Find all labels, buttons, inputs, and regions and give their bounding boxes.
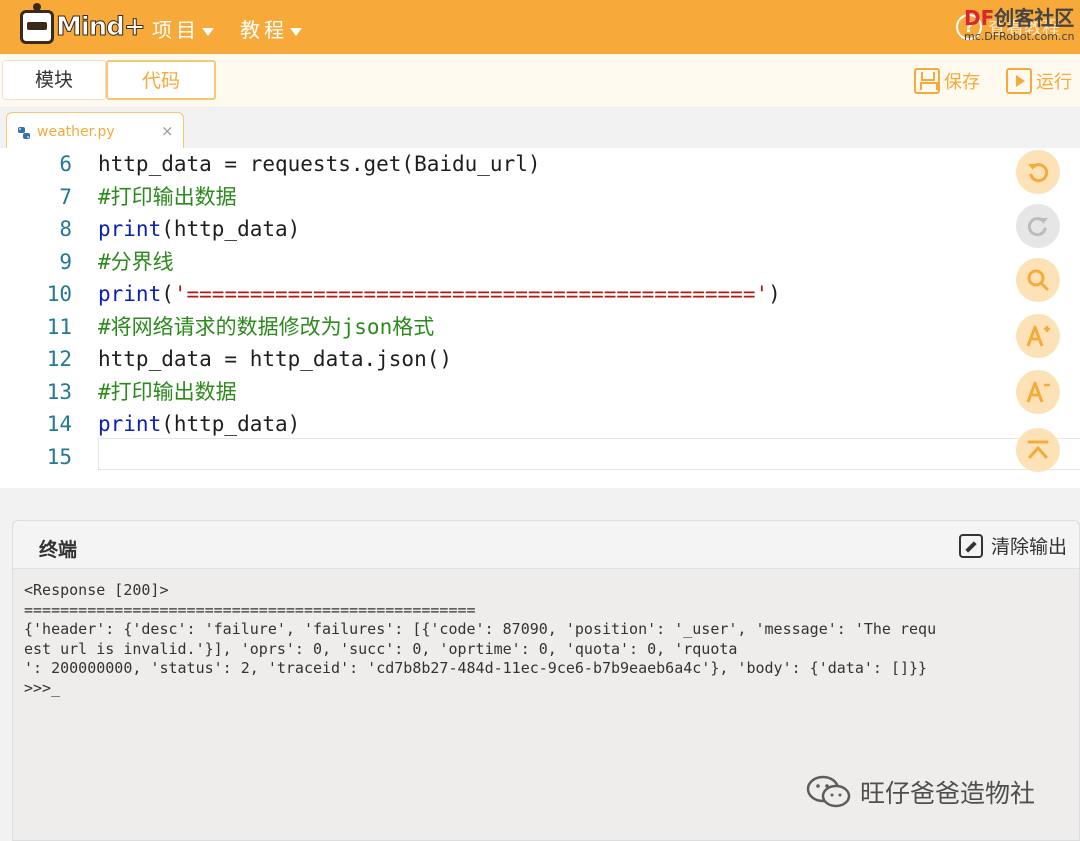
code-text: #分界线 [98,249,174,274]
code-text: #打印输出数据 [98,379,237,404]
search-icon [1027,269,1049,291]
code-line[interactable]: 13 #打印输出数据 [0,376,1000,408]
code-line[interactable]: 14 print(http_data) [0,408,1000,440]
terminal-line: est url is invalid.'}], 'oprs': 0, 'succ… [24,639,738,658]
watermark-url: mc.DFRobot.com.cn [964,30,1075,43]
eraser-icon [959,533,983,558]
terminal-output[interactable]: <Response [200]> ========================… [24,581,1080,699]
redo-icon [1027,217,1048,237]
terminal-line: >>>_ [24,678,61,697]
font-decrease-button[interactable] [1016,370,1060,414]
watermark-name: 创客社区 [994,6,1075,30]
toolbar: 模块 代码 保存 运行 [0,54,1080,108]
line-number: 10 [46,282,72,306]
menu-project-label: 项目 [152,18,200,42]
tab-module[interactable]: 模块 [2,60,106,100]
search-button[interactable] [1016,258,1060,302]
terminal-line: ': 200000000, 'status': 2, 'traceid': 'c… [24,659,928,678]
clear-output-button[interactable]: 清除输出 [959,532,1067,559]
robot-logo-icon [20,3,54,44]
watermark-brand: DF [964,6,995,30]
tab-code[interactable]: 代码 [106,60,216,100]
menu-tutorial[interactable]: 教程 [240,14,302,43]
top-bar: Mind+ 项目 教程 ? 查看教程 DF创客社区 mc.DFRobot.com… [0,0,1080,54]
menu-tutorial-label: 教程 [240,18,288,42]
code-text: print(http_data) [98,412,301,436]
file-name: weather.py [37,124,115,140]
line-number: 12 [46,347,72,371]
terminal-title: 终端 [39,539,78,561]
line-number: 6 [59,152,72,176]
code-line[interactable]: 11 #将网络请求的数据修改为json格式 [0,311,1000,343]
code-text: print('=================================… [98,282,781,306]
menu-project[interactable]: 项目 [152,14,214,43]
line-number: 14 [46,412,72,436]
undo-button[interactable] [1016,150,1060,194]
save-icon [914,68,940,94]
code-line[interactable]: 10 print('===============================… [0,278,1000,310]
code-line[interactable]: 7 #打印输出数据 [0,181,1000,213]
file-tab-strip: weather.py × [0,108,1080,150]
app-logo[interactable]: Mind+ [20,3,146,48]
terminal-line: {'header': {'desc': 'failure', 'failures… [24,620,937,639]
watermark-text: 旺仔爸爸造物社 [860,779,1036,808]
play-icon [1006,68,1032,94]
code-text: #将网络请求的数据修改为json格式 [98,314,435,339]
chevron-down-icon [290,27,302,36]
terminal-header: 终端 清除输出 [13,521,1079,569]
line-number: 8 [59,217,72,241]
run-label: 运行 [1036,72,1072,93]
terminal-line: ========================================… [24,600,476,619]
code-line[interactable]: 8 print(http_data) [0,213,1000,245]
code-line[interactable]: 12 http_data = http_data.json() [0,343,1000,375]
save-button[interactable]: 保存 [914,67,980,95]
chevron-down-icon [202,27,214,36]
clear-output-label: 清除输出 [991,536,1068,558]
code-text: http_data = http_data.json() [98,347,453,371]
code-line[interactable]: 9 #分界线 [0,246,1000,278]
code-editor[interactable]: 6 http_data = requests.get(Baidu_url) 7 #打印… [0,148,1080,488]
code-text: print(http_data) [98,217,301,241]
font-decrease-icon [1026,381,1050,403]
scroll-top-icon [1027,440,1049,459]
run-button[interactable]: 运行 [1006,67,1072,95]
watermark-bottom: 旺仔爸爸造物社 [806,774,1035,810]
line-number: 11 [46,314,72,339]
file-tab-weather[interactable]: weather.py × [6,112,184,150]
font-increase-button[interactable] [1016,314,1060,358]
line-number: 15 [46,444,72,469]
python-icon [18,127,30,139]
line-number: 9 [59,249,72,274]
code-text: http_data = requests.get(Baidu_url) [98,152,541,176]
code-line[interactable]: 15 [0,441,1000,473]
font-increase-icon [1026,325,1050,347]
undo-icon [1028,163,1049,183]
scroll-top-button[interactable] [1016,428,1060,472]
terminal-line: <Response [200]> [24,581,169,599]
save-label: 保存 [944,72,980,93]
code-line[interactable]: 6 http_data = requests.get(Baidu_url) [0,148,1000,180]
logo-text: Mind+ [56,12,147,43]
close-icon[interactable]: × [161,122,174,140]
watermark-top: DF创客社区 mc.DFRobot.com.cn [962,2,1080,48]
redo-button[interactable] [1016,204,1060,248]
line-number: 13 [46,379,72,404]
line-number: 7 [59,184,72,209]
wechat-icon [806,775,851,808]
code-text: #打印输出数据 [98,184,237,209]
